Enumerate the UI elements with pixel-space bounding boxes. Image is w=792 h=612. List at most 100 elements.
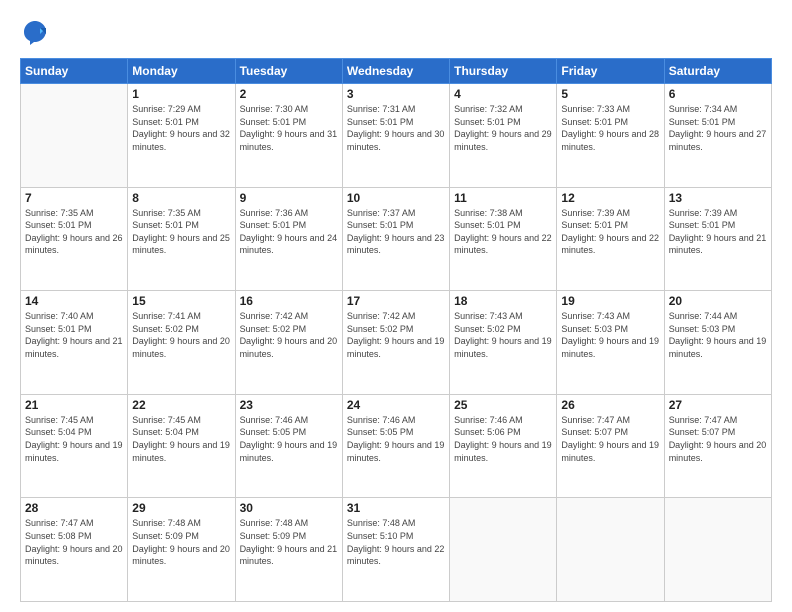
day-number: 12 (561, 191, 659, 205)
day-number: 8 (132, 191, 230, 205)
day-detail: Sunrise: 7:38 AMSunset: 5:01 PMDaylight:… (454, 207, 552, 257)
calendar-cell (664, 498, 771, 602)
day-detail: Sunrise: 7:46 AMSunset: 5:05 PMDaylight:… (240, 414, 338, 464)
calendar-cell: 14Sunrise: 7:40 AMSunset: 5:01 PMDayligh… (21, 291, 128, 395)
calendar-cell: 19 Sunrise: 7:43 AMSunset: 5:03 PMDayligh… (557, 291, 664, 395)
weekday-header: Saturday (664, 59, 771, 84)
day-number: 25 (454, 398, 552, 412)
day-number: 10 (347, 191, 445, 205)
calendar-cell: 11 Sunrise: 7:38 AMSunset: 5:01 PMDayligh… (450, 187, 557, 291)
calendar-cell: 18 Sunrise: 7:43 AMSunset: 5:02 PMDayligh… (450, 291, 557, 395)
calendar-cell: 21 Sunrise: 7:45 AMSunset: 5:04 PMDayligh… (21, 394, 128, 498)
day-detail: Sunrise: 7:48 AMSunset: 5:09 PMDaylight:… (132, 517, 230, 567)
week-row: 7 Sunrise: 7:35 AMSunset: 5:01 PMDaylight… (21, 187, 772, 291)
day-detail: Sunrise: 7:36 AMSunset: 5:01 PMDaylight:… (240, 207, 338, 257)
day-detail: Sunrise: 7:29 AMSunset: 5:01 PMDaylight:… (132, 103, 230, 153)
day-detail: Sunrise: 7:48 AMSunset: 5:10 PMDaylight:… (347, 517, 445, 567)
day-detail: Sunrise: 7:32 AMSunset: 5:01 PMDaylight:… (454, 103, 552, 153)
day-number: 31 (347, 501, 445, 515)
day-number: 2 (240, 87, 338, 101)
week-row: 14Sunrise: 7:40 AMSunset: 5:01 PMDayligh… (21, 291, 772, 395)
day-number: 27 (669, 398, 767, 412)
calendar-cell: 13 Sunrise: 7:39 AMSunset: 5:01 PMDayligh… (664, 187, 771, 291)
day-detail: Sunrise: 7:48 AMSunset: 5:09 PMDaylight:… (240, 517, 338, 567)
day-number: 26 (561, 398, 659, 412)
day-number: 16 (240, 294, 338, 308)
calendar-cell: 26 Sunrise: 7:47 AMSunset: 5:07 PMDayligh… (557, 394, 664, 498)
day-number: 13 (669, 191, 767, 205)
day-detail: Sunrise: 7:43 AMSunset: 5:03 PMDaylight:… (561, 310, 659, 360)
day-number: 18 (454, 294, 552, 308)
day-detail: Sunrise: 7:45 AMSunset: 5:04 PMDaylight:… (25, 414, 123, 464)
weekday-header: Sunday (21, 59, 128, 84)
calendar-cell: 7 Sunrise: 7:35 AMSunset: 5:01 PMDaylight… (21, 187, 128, 291)
calendar-cell: 4 Sunrise: 7:32 AMSunset: 5:01 PMDaylight… (450, 84, 557, 188)
calendar-cell: 28 Sunrise: 7:47 AMSunset: 5:08 PMDayligh… (21, 498, 128, 602)
day-number: 9 (240, 191, 338, 205)
day-number: 24 (347, 398, 445, 412)
calendar-cell: 29 Sunrise: 7:48 AMSunset: 5:09 PMDayligh… (128, 498, 235, 602)
day-detail: Sunrise: 7:37 AMSunset: 5:01 PMDaylight:… (347, 207, 445, 257)
day-detail: Sunrise: 7:30 AMSunset: 5:01 PMDaylight:… (240, 103, 338, 153)
calendar-cell: 15Sunrise: 7:41 AMSunset: 5:02 PMDayligh… (128, 291, 235, 395)
day-number: 22 (132, 398, 230, 412)
day-detail: Sunrise: 7:33 AMSunset: 5:01 PMDaylight:… (561, 103, 659, 153)
calendar-cell: 12 Sunrise: 7:39 AMSunset: 5:01 PMDayligh… (557, 187, 664, 291)
day-number: 30 (240, 501, 338, 515)
calendar-cell: 5 Sunrise: 7:33 AMSunset: 5:01 PMDaylight… (557, 84, 664, 188)
day-number: 7 (25, 191, 123, 205)
calendar-cell (450, 498, 557, 602)
calendar-cell: 8 Sunrise: 7:35 AMSunset: 5:01 PMDaylight… (128, 187, 235, 291)
calendar-cell: 24 Sunrise: 7:46 AMSunset: 5:05 PMDayligh… (342, 394, 449, 498)
calendar-cell (557, 498, 664, 602)
logo-icon (20, 18, 50, 48)
day-detail: Sunrise: 7:47 AMSunset: 5:08 PMDaylight:… (25, 517, 123, 567)
calendar-cell: 22 Sunrise: 7:45 AMSunset: 5:04 PMDayligh… (128, 394, 235, 498)
day-detail: Sunrise: 7:40 AMSunset: 5:01 PMDaylight:… (25, 310, 123, 360)
day-detail: Sunrise: 7:31 AMSunset: 5:01 PMDaylight:… (347, 103, 445, 153)
weekday-header: Tuesday (235, 59, 342, 84)
day-detail: Sunrise: 7:47 AMSunset: 5:07 PMDaylight:… (561, 414, 659, 464)
day-detail: Sunrise: 7:39 AMSunset: 5:01 PMDaylight:… (561, 207, 659, 257)
day-detail: Sunrise: 7:46 AMSunset: 5:05 PMDaylight:… (347, 414, 445, 464)
day-number: 19 (561, 294, 659, 308)
weekday-header: Thursday (450, 59, 557, 84)
calendar-cell: 25 Sunrise: 7:46 AMSunset: 5:06 PMDayligh… (450, 394, 557, 498)
day-number: 11 (454, 191, 552, 205)
day-detail: Sunrise: 7:34 AMSunset: 5:01 PMDaylight:… (669, 103, 767, 153)
day-number: 21 (25, 398, 123, 412)
calendar-cell: 31 Sunrise: 7:48 AMSunset: 5:10 PMDayligh… (342, 498, 449, 602)
day-number: 3 (347, 87, 445, 101)
calendar-table: SundayMondayTuesdayWednesdayThursdayFrid… (20, 58, 772, 602)
day-detail: Sunrise: 7:45 AMSunset: 5:04 PMDaylight:… (132, 414, 230, 464)
weekday-header: Friday (557, 59, 664, 84)
calendar-cell: 20 Sunrise: 7:44 AMSunset: 5:03 PMDayligh… (664, 291, 771, 395)
calendar-cell (21, 84, 128, 188)
day-number: 17 (347, 294, 445, 308)
day-number: 5 (561, 87, 659, 101)
day-detail: Sunrise: 7:35 AMSunset: 5:01 PMDaylight:… (132, 207, 230, 257)
day-number: 29 (132, 501, 230, 515)
day-detail: Sunrise: 7:44 AMSunset: 5:03 PMDaylight:… (669, 310, 767, 360)
day-number: 20 (669, 294, 767, 308)
week-row: 28 Sunrise: 7:47 AMSunset: 5:08 PMDayligh… (21, 498, 772, 602)
calendar-cell: 3 Sunrise: 7:31 AMSunset: 5:01 PMDaylight… (342, 84, 449, 188)
day-detail: Sunrise: 7:43 AMSunset: 5:02 PMDaylight:… (454, 310, 552, 360)
week-row: 21 Sunrise: 7:45 AMSunset: 5:04 PMDayligh… (21, 394, 772, 498)
day-detail: Sunrise: 7:39 AMSunset: 5:01 PMDaylight:… (669, 207, 767, 257)
logo (20, 18, 54, 48)
calendar-cell: 23Sunrise: 7:46 AMSunset: 5:05 PMDayligh… (235, 394, 342, 498)
calendar-cell: 27 Sunrise: 7:47 AMSunset: 5:07 PMDayligh… (664, 394, 771, 498)
calendar-cell: 30 Sunrise: 7:48 AMSunset: 5:09 PMDayligh… (235, 498, 342, 602)
day-number: 4 (454, 87, 552, 101)
day-detail: Sunrise: 7:46 AMSunset: 5:06 PMDaylight:… (454, 414, 552, 464)
day-detail: Sunrise: 7:35 AMSunset: 5:01 PMDaylight:… (25, 207, 123, 257)
calendar-cell: 6Sunrise: 7:34 AMSunset: 5:01 PMDaylight… (664, 84, 771, 188)
calendar-cell: 1Sunrise: 7:29 AMSunset: 5:01 PMDaylight… (128, 84, 235, 188)
day-detail: Sunrise: 7:47 AMSunset: 5:07 PMDaylight:… (669, 414, 767, 464)
weekday-header-row: SundayMondayTuesdayWednesdayThursdayFrid… (21, 59, 772, 84)
day-detail: Sunrise: 7:41 AMSunset: 5:02 PMDaylight:… (132, 310, 230, 360)
calendar-cell: 9 Sunrise: 7:36 AMSunset: 5:01 PMDaylight… (235, 187, 342, 291)
day-detail: Sunrise: 7:42 AMSunset: 5:02 PMDaylight:… (347, 310, 445, 360)
day-number: 28 (25, 501, 123, 515)
